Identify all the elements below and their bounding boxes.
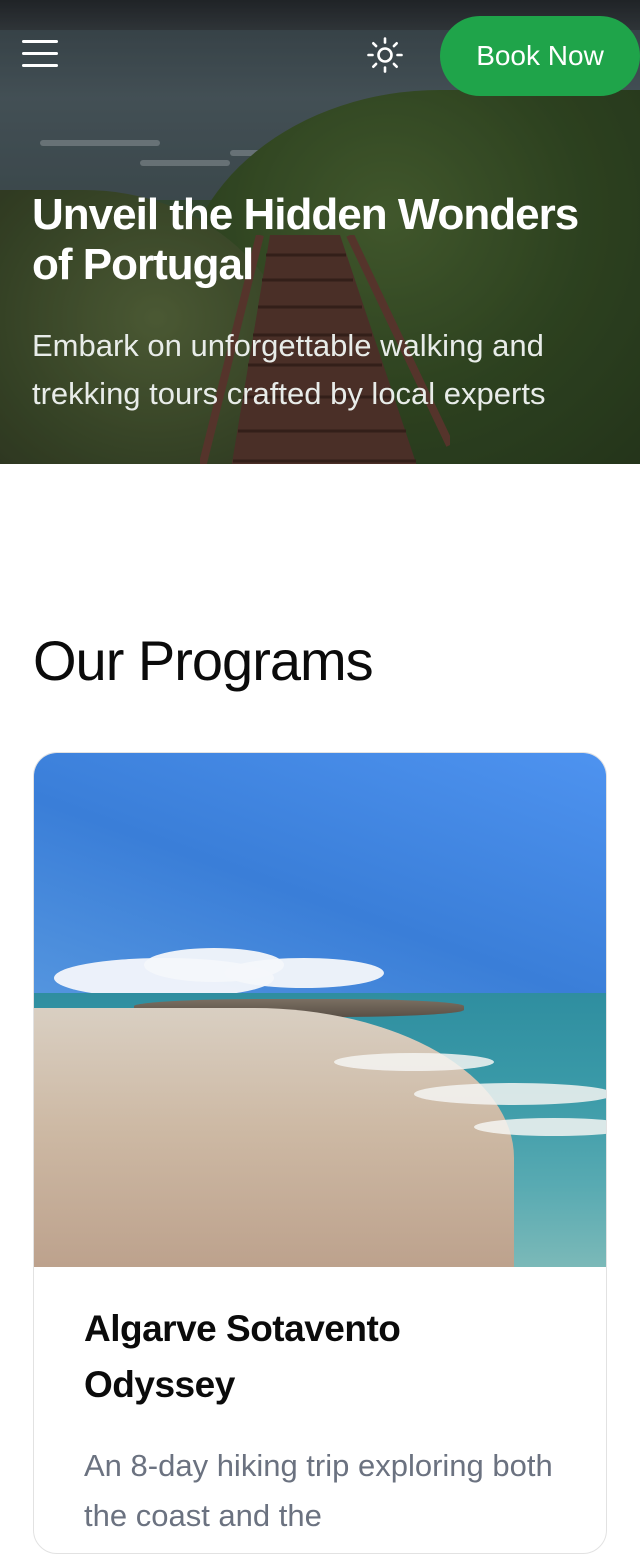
hamburger-menu-icon [22, 40, 58, 67]
program-card-title[interactable]: Algarve Sotavento Odyssey [84, 1301, 544, 1413]
theme-toggle-button[interactable] [366, 36, 404, 74]
program-card-description: An 8-day hiking trip exploring both the … [84, 1448, 553, 1533]
program-card[interactable]: Algarve Sotavento Odyssey An 8-day hikin… [33, 752, 607, 1554]
menu-button[interactable] [22, 40, 58, 72]
program-card-image [34, 753, 606, 1267]
sun-icon [367, 37, 403, 73]
hero-section: Book Now Unveil the Hidden Wonders of Po… [0, 0, 640, 464]
hero-title: Unveil the Hidden Wonders of Portugal [32, 190, 579, 289]
programs-heading: Our Programs [33, 629, 374, 692]
hero-subtitle: Embark on unforgettable walking and trek… [32, 328, 546, 411]
book-now-button[interactable]: Book Now [440, 16, 640, 96]
